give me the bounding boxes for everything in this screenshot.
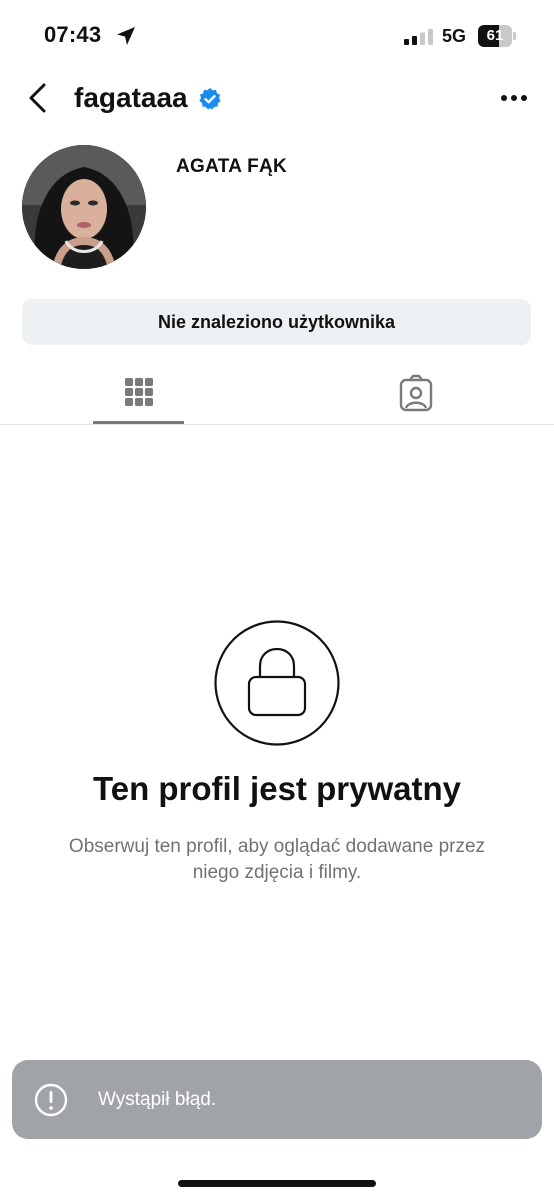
profile-full-name: AGATA FĄK <box>176 156 288 177</box>
tab-posts-grid[interactable] <box>93 368 184 424</box>
lock-icon <box>214 620 340 746</box>
cellular-signal-icon <box>404 29 433 45</box>
status-time: 07:43 <box>44 22 102 47</box>
private-profile-description: Obserwuj ten profil, aby oglądać dodawan… <box>68 836 486 883</box>
profile-username: fagataaa <box>74 82 188 113</box>
location-arrow-icon <box>117 27 135 45</box>
alert-icon <box>34 1083 68 1116</box>
more-options-icon[interactable] <box>498 86 530 110</box>
tagged-icon <box>399 374 433 412</box>
avatar <box>22 145 146 269</box>
battery-indicator: 61 <box>478 25 516 47</box>
error-toast: Wystąpił błąd. <box>12 1060 542 1139</box>
tabs-divider <box>0 424 554 425</box>
toast-message: Wystąpił błąd. <box>98 1088 217 1110</box>
verified-badge-icon <box>199 88 221 110</box>
private-profile-title: Ten profil jest prywatny <box>93 770 461 807</box>
network-type: 5G <box>442 26 467 46</box>
tab-tagged[interactable] <box>370 368 461 424</box>
home-indicator[interactable] <box>178 1180 376 1187</box>
grid-icon <box>125 378 153 406</box>
user-not-found-button[interactable]: Nie znaleziono użytkownika <box>22 299 531 345</box>
back-button[interactable] <box>24 80 56 116</box>
battery-percent: 61 <box>486 27 504 44</box>
